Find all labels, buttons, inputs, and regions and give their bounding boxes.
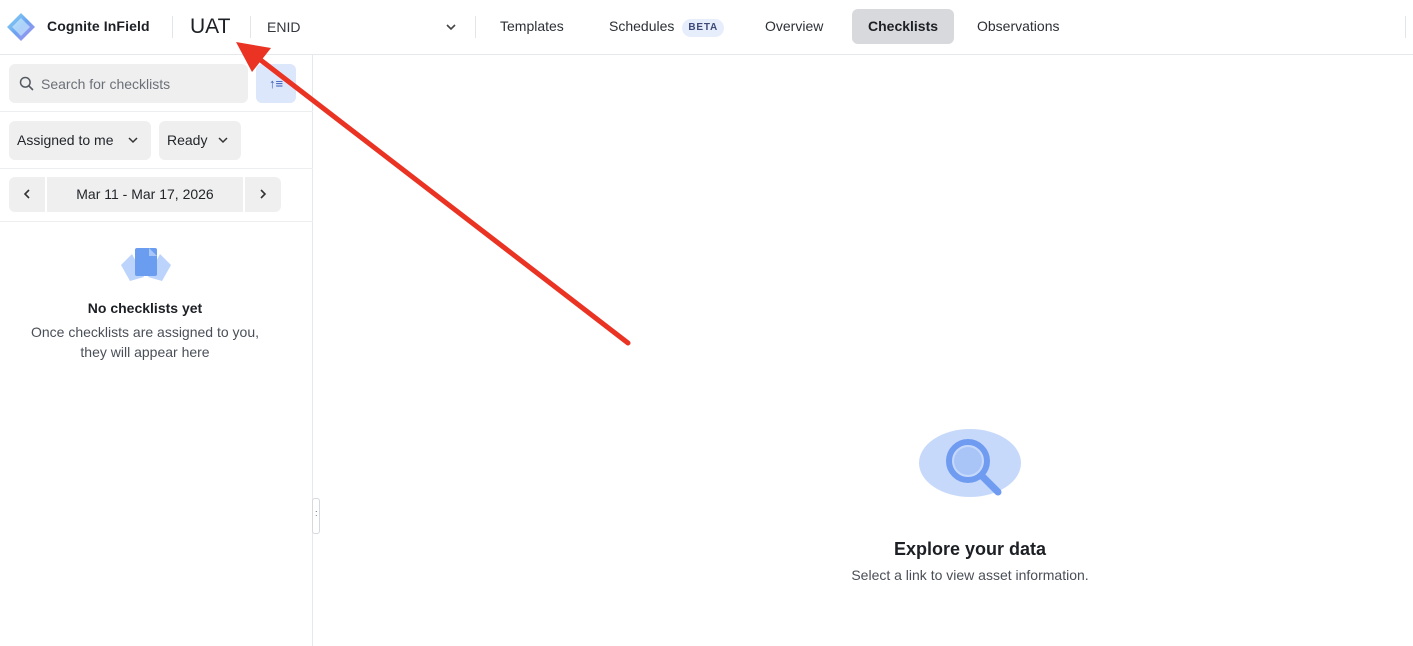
- tab-checklists[interactable]: Checklists: [852, 9, 955, 44]
- divider: [0, 168, 313, 169]
- divider: [475, 16, 476, 38]
- chevron-down-icon: [218, 137, 228, 144]
- tab-label: Checklists: [868, 18, 939, 34]
- checklist-sidebar: ↑≡ Assigned to me Ready Mar 11 - Mar 17,…: [0, 55, 313, 646]
- site-selector-label[interactable]: ENID: [267, 19, 300, 35]
- environment-label: UAT: [190, 15, 231, 38]
- next-week-button[interactable]: [245, 177, 281, 212]
- assignee-filter-dropdown[interactable]: Assigned to me: [9, 121, 151, 160]
- beta-badge: BETA: [682, 19, 725, 37]
- app-title: Cognite InField: [47, 18, 150, 34]
- sidebar-resize-handle[interactable]: :: [312, 498, 320, 534]
- chevron-right-icon: [260, 189, 267, 199]
- tab-label: Templates: [500, 18, 564, 34]
- sort-button[interactable]: ↑≡: [256, 64, 296, 103]
- explore-description: Select a link to view asset information.: [851, 567, 1089, 583]
- previous-week-button[interactable]: [9, 177, 45, 212]
- tab-label: Schedules: [609, 18, 675, 34]
- divider: [250, 16, 251, 38]
- divider: [1405, 16, 1406, 38]
- status-filter-dropdown[interactable]: Ready: [159, 121, 241, 160]
- chevron-left-icon: [23, 189, 30, 199]
- tab-label: Overview: [765, 18, 824, 34]
- search-box[interactable]: [9, 64, 248, 103]
- tab-templates[interactable]: Templates: [484, 9, 580, 44]
- top-bar: Cognite InField UAT ENID Templates Sched…: [0, 0, 1413, 55]
- empty-state-description: Once checklists are assigned to you, the…: [30, 324, 259, 360]
- tab-label: Observations: [977, 18, 1060, 34]
- date-range-label[interactable]: Mar 11 - Mar 17, 2026: [47, 177, 243, 212]
- search-input[interactable]: [41, 64, 241, 103]
- tab-observations[interactable]: Observations: [961, 9, 1075, 44]
- chevron-down-icon[interactable]: [444, 20, 458, 34]
- chevron-down-icon: [128, 137, 138, 144]
- tab-overview[interactable]: Overview: [749, 9, 839, 44]
- explore-title: Explore your data: [893, 539, 1047, 559]
- tab-schedules[interactable]: Schedules BETA: [593, 9, 740, 44]
- divider: [0, 221, 313, 222]
- filter-label: Ready: [167, 132, 208, 148]
- documents-icon: [121, 248, 171, 281]
- filter-label: Assigned to me: [17, 132, 114, 148]
- cognite-logo-icon[interactable]: [6, 12, 36, 42]
- search-icon: [19, 76, 34, 91]
- magnifier-eye-icon: [919, 429, 1021, 497]
- divider: [0, 111, 313, 112]
- empty-state-title: No checklists yet: [87, 300, 203, 316]
- divider: [172, 16, 173, 38]
